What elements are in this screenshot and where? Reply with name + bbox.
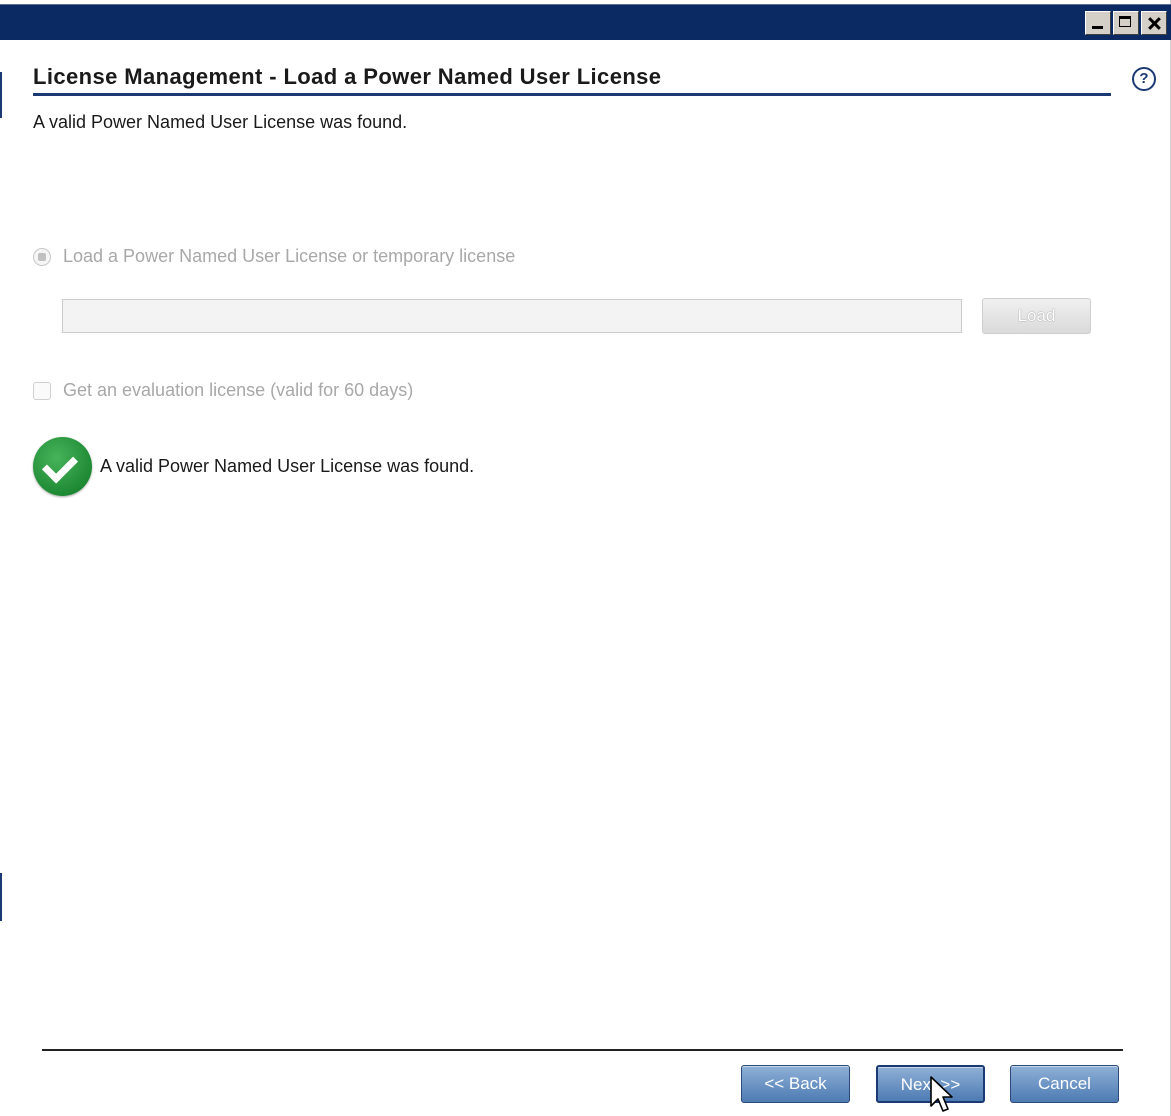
- left-edge-mark: [0, 873, 2, 921]
- license-path-input[interactable]: [62, 299, 962, 333]
- window-titlebar[interactable]: [0, 4, 1171, 40]
- license-wizard-window: License Management - Load a Power Named …: [0, 0, 1171, 1116]
- page-title: License Management - Load a Power Named …: [33, 64, 662, 89]
- status-message: A valid Power Named User License was fou…: [33, 437, 474, 496]
- back-button[interactable]: << Back: [741, 1065, 850, 1103]
- load-license-option[interactable]: Load a Power Named User License or tempo…: [33, 246, 515, 267]
- left-edge-mark: [0, 72, 2, 118]
- minimize-icon[interactable]: [1085, 11, 1111, 35]
- question-mark-icon[interactable]: ?: [1132, 67, 1156, 91]
- close-icon[interactable]: [1141, 11, 1167, 35]
- load-license-label: Load a Power Named User License or tempo…: [63, 246, 516, 266]
- checkmark-circle-icon: [33, 437, 92, 496]
- cancel-button[interactable]: Cancel: [1010, 1065, 1119, 1103]
- evaluation-license-checkbox[interactable]: [33, 381, 51, 400]
- next-button[interactable]: Next >>: [876, 1065, 985, 1103]
- maximize-icon[interactable]: [1113, 11, 1139, 35]
- page-subtitle: A valid Power Named User License was fou…: [33, 112, 408, 132]
- load-license-radio[interactable]: [33, 247, 51, 266]
- status-text: A valid Power Named User License was fou…: [100, 456, 475, 476]
- footer-divider: [42, 1049, 1123, 1051]
- evaluation-license-label: Get an evaluation license (valid for 60 …: [63, 380, 414, 400]
- evaluation-license-option[interactable]: Get an evaluation license (valid for 60 …: [33, 380, 413, 401]
- page-header: License Management - Load a Power Named …: [33, 62, 1111, 96]
- window-controls: [1085, 11, 1167, 35]
- load-button[interactable]: Load: [982, 298, 1091, 334]
